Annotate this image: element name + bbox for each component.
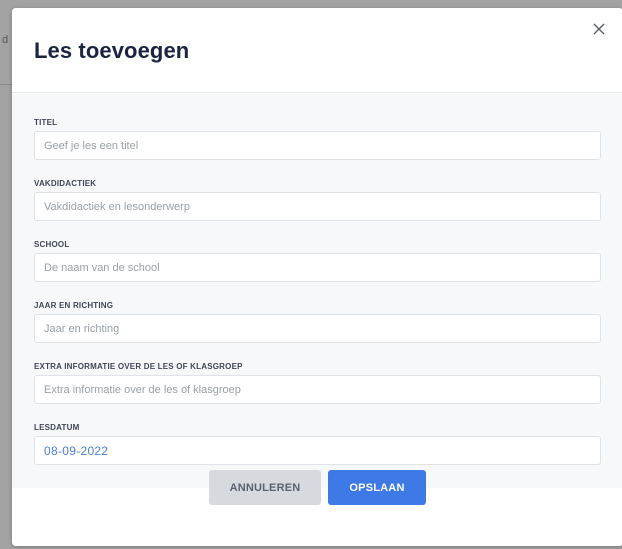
- save-button[interactable]: OPSLAAN: [328, 470, 426, 505]
- close-icon: [593, 23, 605, 35]
- modal-title: Les toevoegen: [34, 38, 190, 63]
- year-direction-input[interactable]: [34, 314, 601, 343]
- lesson-date-label: LESDATUM: [34, 423, 80, 432]
- background-divider: [0, 84, 12, 85]
- school-label: SCHOOL: [34, 240, 70, 249]
- cancel-button[interactable]: ANNULEREN: [209, 470, 321, 505]
- title-label: TITEL: [34, 118, 58, 127]
- background-text: d: [2, 34, 9, 46]
- modal-header: Les toevoegen: [12, 8, 622, 93]
- subject-didactics-label: VAKDIDACTIEK: [34, 179, 97, 188]
- extra-info-input[interactable]: [34, 375, 601, 404]
- title-input[interactable]: [34, 131, 601, 160]
- add-lesson-modal: Les toevoegen TITEL VAKDIDACTIEK SCHOOL …: [12, 8, 622, 546]
- extra-info-label: EXTRA INFORMATIE OVER DE LES OF KLASGROE…: [34, 362, 243, 371]
- modal-body: TITEL VAKDIDACTIEK SCHOOL JAAR EN RICHTI…: [12, 94, 622, 488]
- close-button[interactable]: [592, 22, 610, 40]
- lesson-date-input[interactable]: 08-09-2022: [34, 436, 601, 465]
- school-input[interactable]: [34, 253, 601, 282]
- subject-didactics-input[interactable]: [34, 192, 601, 221]
- year-direction-label: JAAR EN RICHTING: [34, 301, 114, 310]
